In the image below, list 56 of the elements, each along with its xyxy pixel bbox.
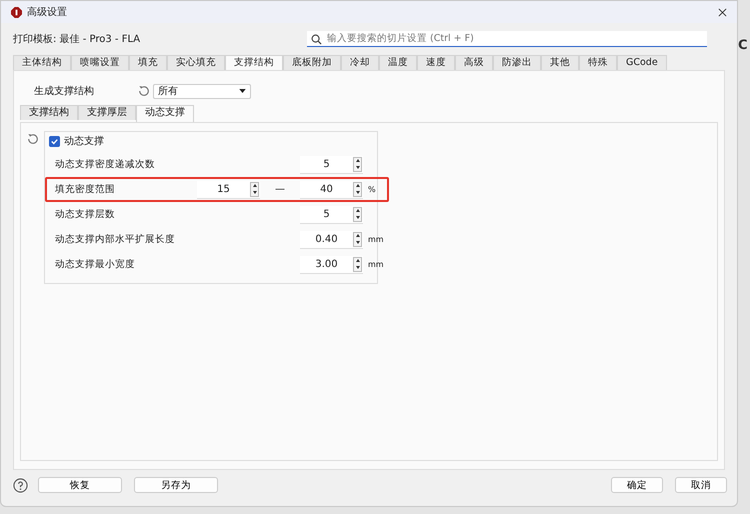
spin-arrows-icon[interactable] <box>250 182 259 196</box>
range-separator: — <box>274 184 286 195</box>
settings-tab[interactable]: 喷嘴设置 <box>71 55 129 70</box>
footer-button[interactable]: 取消 <box>675 477 727 493</box>
close-icon[interactable] <box>718 8 727 16</box>
number-field[interactable]: 15 <box>197 180 260 198</box>
settings-tab[interactable]: 特殊 <box>579 55 617 70</box>
settings-tab[interactable]: GCode <box>617 55 667 70</box>
spin-arrows-icon[interactable] <box>353 156 362 172</box>
unit-label: % <box>368 185 376 194</box>
template-label: 打印模板: 最佳 - Pro3 - FLA <box>13 32 140 46</box>
reset-icon[interactable] <box>138 85 150 97</box>
setting-label: 动态支撑密度递减次数 <box>55 158 156 171</box>
generate-label: 生成支撑结构 <box>34 84 95 98</box>
settings-tab[interactable]: 速度 <box>417 55 455 70</box>
settings-tab[interactable]: 其他 <box>541 55 579 70</box>
settings-tab[interactable]: 温度 <box>379 55 417 70</box>
settings-tab[interactable]: 实心填充 <box>167 55 225 70</box>
setting-label: 动态支撑内部水平扩展长度 <box>55 233 176 246</box>
settings-tab[interactable]: 防渗出 <box>493 55 541 70</box>
caret-icon <box>239 89 246 93</box>
footer-button[interactable]: 恢复 <box>38 477 122 493</box>
window-title: 高级设置 <box>27 6 67 19</box>
number-field[interactable]: 0.40 <box>300 230 363 248</box>
search-field[interactable]: 输入要搜索的切片设置 (Ctrl + F) <box>307 31 707 47</box>
settings-tab[interactable]: 冷却 <box>341 55 379 70</box>
support-tab[interactable]: 支撑结构 <box>20 105 78 120</box>
setting-label: 填充密度范围 <box>55 183 116 196</box>
unit-label: mm <box>368 260 384 269</box>
background-text: C <box>738 38 748 53</box>
help-icon[interactable] <box>13 478 28 492</box>
group-title: 动态支撑 <box>64 134 104 148</box>
footer-button[interactable]: 另存为 <box>134 477 218 493</box>
number-field[interactable]: 40 <box>300 180 363 198</box>
generate-dropdown[interactable]: 所有 <box>153 84 251 98</box>
app-logo-icon <box>11 6 22 18</box>
reset-icon[interactable] <box>27 133 39 145</box>
number-field[interactable]: 3.00 <box>300 256 363 274</box>
spin-arrows-icon[interactable] <box>353 206 362 222</box>
spin-arrows-icon[interactable] <box>353 232 362 246</box>
number-field[interactable]: 5 <box>300 206 363 224</box>
settings-tab[interactable]: 主体结构 <box>13 55 71 70</box>
footer-button[interactable]: 确定 <box>611 477 663 493</box>
settings-tab[interactable]: 填充 <box>129 55 167 70</box>
number-field[interactable]: 5 <box>300 156 363 174</box>
settings-tab[interactable]: 高级 <box>455 55 493 70</box>
spin-arrows-icon[interactable] <box>353 182 362 196</box>
support-tab[interactable]: 支撑厚层 <box>78 105 136 120</box>
setting-label: 动态支撑层数 <box>55 208 116 221</box>
support-tab[interactable]: 动态支撑 <box>136 105 194 122</box>
spin-arrows-icon[interactable] <box>353 256 362 272</box>
settings-tab[interactable]: 底板附加 <box>283 55 341 70</box>
checkbox[interactable] <box>49 136 60 146</box>
setting-label: 动态支撑最小宽度 <box>55 258 136 271</box>
settings-tab[interactable]: 支撑结构 <box>225 55 283 70</box>
unit-label: mm <box>368 235 384 244</box>
